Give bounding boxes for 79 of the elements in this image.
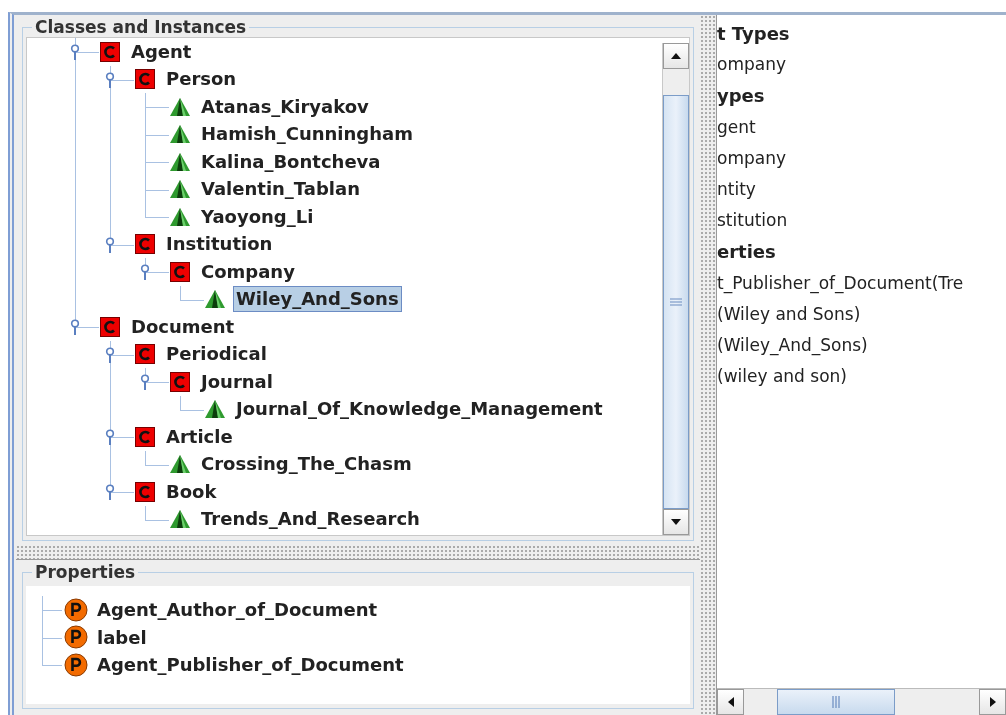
class-tree-item[interactable]: Article xyxy=(163,423,236,450)
instance-icon xyxy=(170,179,190,200)
class-tree-item[interactable]: Journal xyxy=(198,368,276,395)
scroll-right-button[interactable] xyxy=(979,689,1006,715)
class-icon xyxy=(135,426,155,447)
instance-tree-item[interactable]: Yaoyong_Li xyxy=(198,203,317,230)
instance-icon xyxy=(170,454,190,475)
scroll-down-button[interactable] xyxy=(663,509,689,535)
property-icon xyxy=(64,597,88,622)
expand-handle-icon[interactable] xyxy=(105,71,116,88)
instance-tree-item[interactable]: Hamish_Cunningham xyxy=(198,121,416,148)
section-heading: t Types xyxy=(717,22,791,46)
class-tree-item[interactable]: Agent xyxy=(128,38,195,65)
instance-icon xyxy=(170,206,190,227)
panel-title: Properties xyxy=(34,562,137,582)
up-arrow-icon xyxy=(670,52,682,60)
class-icon xyxy=(100,316,120,337)
detail-value: gent xyxy=(717,115,757,139)
detail-value: ompany xyxy=(717,146,787,170)
instance-tree-item[interactable]: Wiley_And_Sons xyxy=(233,286,402,313)
scroll-thumb[interactable] xyxy=(663,95,689,509)
class-icon xyxy=(135,481,155,502)
instance-icon xyxy=(170,509,190,530)
scroll-left-button[interactable] xyxy=(717,689,744,715)
expand-handle-icon[interactable] xyxy=(105,346,116,363)
detail-value: t_Publisher_of_Document(Tre xyxy=(717,271,965,296)
expand-handle-icon[interactable] xyxy=(70,44,81,60)
splitter-handle[interactable] xyxy=(700,15,716,715)
instance-tree-item[interactable]: Valentin_Tablan xyxy=(198,176,363,203)
class-icon xyxy=(170,261,190,282)
class-tree-item[interactable]: Institution xyxy=(163,231,276,258)
instance-icon xyxy=(205,289,225,310)
property-tree-item[interactable]: Agent_Author_of_Document xyxy=(97,599,378,621)
instance-icon xyxy=(170,96,190,117)
expand-handle-icon[interactable] xyxy=(140,264,151,280)
class-icon xyxy=(170,371,190,392)
instance-tree-item[interactable]: Trends_And_Research xyxy=(198,506,423,533)
detail-value: ntity xyxy=(717,177,757,201)
right-arrow-icon xyxy=(988,696,997,708)
scroll-up-button[interactable] xyxy=(663,43,689,69)
expand-handle-icon[interactable] xyxy=(70,319,81,335)
instance-tree-item[interactable]: Atanas_Kiryakov xyxy=(198,93,372,120)
splitter-handle[interactable] xyxy=(16,545,700,560)
class-tree-item[interactable]: Person xyxy=(163,66,240,93)
class-tree-item[interactable]: Company xyxy=(198,258,298,285)
scroll-thumb[interactable] xyxy=(777,689,895,715)
property-icon xyxy=(64,652,88,677)
property-tree-item[interactable]: Agent_Publisher_of_Document xyxy=(97,654,404,676)
instance-tree-item[interactable]: Journal_Of_Knowledge_Management xyxy=(233,396,606,423)
expand-handle-icon[interactable] xyxy=(105,484,116,500)
class-icon xyxy=(135,234,155,255)
grip-icon xyxy=(832,696,840,708)
grip-icon xyxy=(670,298,682,306)
detail-value: (Wiley_And_Sons) xyxy=(717,333,869,358)
expand-handle-icon[interactable] xyxy=(140,374,151,390)
instance-tree-item[interactable]: Kalina_Bontcheva xyxy=(198,148,384,175)
detail-value: ompany xyxy=(717,53,787,77)
class-icon xyxy=(135,69,155,90)
instance-icon xyxy=(170,124,190,145)
instance-icon xyxy=(170,151,190,172)
detail-value: (Wiley and Sons) xyxy=(717,302,862,326)
instance-icon xyxy=(205,399,225,420)
class-icon xyxy=(135,344,155,365)
class-tree-item[interactable]: Book xyxy=(163,478,220,505)
down-arrow-icon xyxy=(670,518,682,526)
expand-handle-icon[interactable] xyxy=(105,236,116,253)
panel-title: Classes and Instances xyxy=(34,17,248,37)
detail-value: (wiley and son) xyxy=(717,365,848,389)
property-tree-item[interactable]: label xyxy=(97,626,147,648)
class-tree-item[interactable]: Document xyxy=(128,313,238,340)
detail-value: stitution xyxy=(717,209,789,233)
instance-tree-item[interactable]: Crossing_The_Chasm xyxy=(198,451,415,478)
class-tree-item[interactable]: Periodical xyxy=(163,341,270,368)
section-heading: erties xyxy=(717,240,777,265)
expand-handle-icon[interactable] xyxy=(105,429,116,445)
class-icon xyxy=(100,41,120,62)
property-icon xyxy=(64,625,88,650)
section-heading: ypes xyxy=(717,84,766,109)
left-arrow-icon xyxy=(726,696,735,708)
